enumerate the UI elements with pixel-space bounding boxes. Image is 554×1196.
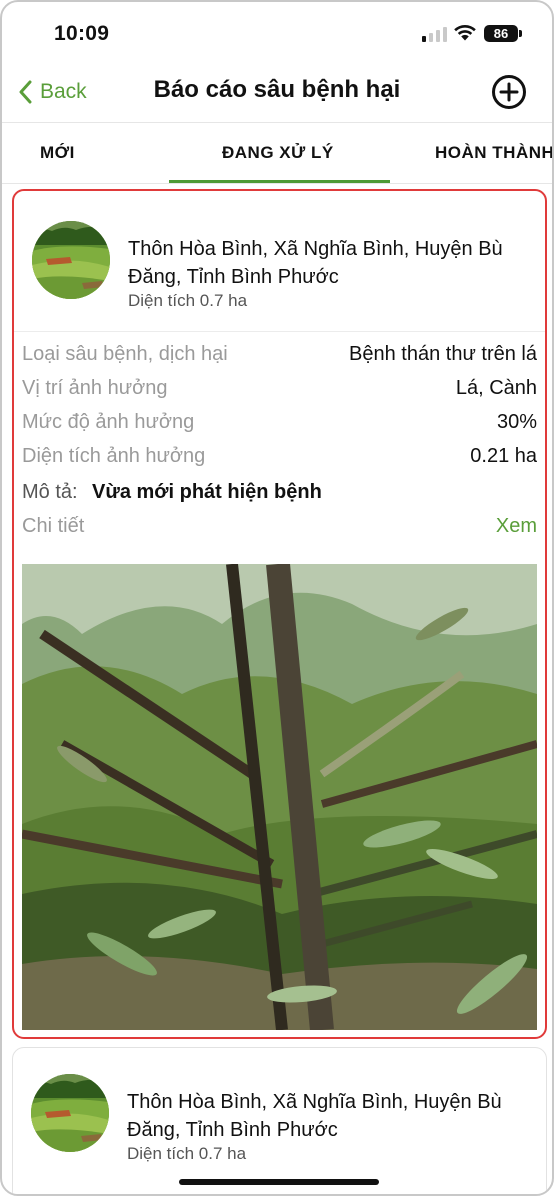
description-label: Mô tả:: [22, 481, 78, 503]
status-bar: 10:09 86: [2, 2, 552, 64]
phone-screen: 10:09 86 Báo cáo sâu bệnh hại Back MỚI Đ…: [0, 0, 554, 1196]
report-area: Diện tích 0.7 ha: [127, 1144, 247, 1163]
field-avatar: [31, 1074, 109, 1152]
report-list[interactable]: Thôn Hòa Bình, Xã Nghĩa Bình, Huyện Bù Đ…: [2, 185, 552, 1194]
report-address: Thôn Hòa Bình, Xã Nghĩa Bình, Huyện Bù Đ…: [127, 1091, 502, 1141]
report-card[interactable]: Thôn Hòa Bình, Xã Nghĩa Bình, Huyện Bù Đ…: [12, 189, 547, 1039]
chevron-left-icon: [19, 80, 32, 104]
active-tab-indicator: [169, 180, 390, 183]
home-indicator: [179, 1179, 379, 1185]
view-detail-link[interactable]: Xem: [496, 515, 537, 538]
description-row: Mô tả: Vừa mới phát hiện bệnh: [22, 481, 537, 511]
pest-type-row: Loại sâu bệnh, dịch hại Bệnh thán thư tr…: [22, 343, 537, 373]
tab-completed[interactable]: HOÀN THÀNH: [435, 143, 552, 163]
plus-circle-icon[interactable]: [491, 74, 527, 110]
detail-row: Chi tiết Xem: [22, 515, 537, 545]
affected-part-row: Vị trí ảnh hưởng Lá, Cành: [22, 377, 537, 407]
wifi-icon: [454, 24, 476, 41]
field-avatar: [32, 221, 110, 299]
battery-tip: [519, 30, 522, 37]
pest-type-value: Bệnh thán thư trên lá: [349, 343, 537, 365]
report-area: Diện tích 0.7 ha: [128, 291, 248, 310]
report-card[interactable]: Thôn Hòa Bình, Xã Nghĩa Bình, Huyện Bù Đ…: [12, 1047, 547, 1194]
tab-bar: MỚI ĐANG XỬ LÝ HOÀN THÀNH: [2, 122, 552, 184]
report-photo[interactable]: [22, 564, 537, 1030]
affected-part-label: Vị trí ảnh hưởng: [22, 377, 168, 399]
severity-label: Mức độ ảnh hưởng: [22, 411, 195, 433]
tab-processing[interactable]: ĐANG XỬ LÝ: [222, 143, 334, 163]
pest-type-label: Loại sâu bệnh, dịch hại: [22, 343, 228, 365]
tab-new[interactable]: MỚI: [40, 143, 75, 163]
back-button[interactable]: Back: [18, 76, 87, 108]
back-label: Back: [40, 80, 87, 103]
severity-value: 30%: [496, 411, 537, 433]
affected-part-value: Lá, Cành: [455, 377, 537, 399]
report-address: Thôn Hòa Bình, Xã Nghĩa Bình, Huyện Bù Đ…: [128, 238, 503, 288]
status-time: 10:09: [54, 22, 110, 45]
detail-label: Chi tiết: [22, 515, 85, 537]
severity-row: Mức độ ảnh hưởng 30%: [22, 411, 537, 441]
report-card-header: Thôn Hòa Bình, Xã Nghĩa Bình, Huyện Bù Đ…: [14, 191, 545, 331]
cellular-signal-icon: [422, 26, 448, 42]
nav-bar: Báo cáo sâu bệnh hại Back: [2, 64, 552, 122]
affected-area-label: Diện tích ảnh hưởng: [22, 445, 206, 467]
affected-area-value: 0.21 ha: [470, 445, 537, 467]
description-value: Vừa mới phát hiện bệnh: [92, 481, 322, 503]
divider: [14, 331, 545, 332]
battery-icon: 86: [484, 25, 518, 42]
affected-area-row: Diện tích ảnh hưởng 0.21 ha: [22, 445, 537, 475]
